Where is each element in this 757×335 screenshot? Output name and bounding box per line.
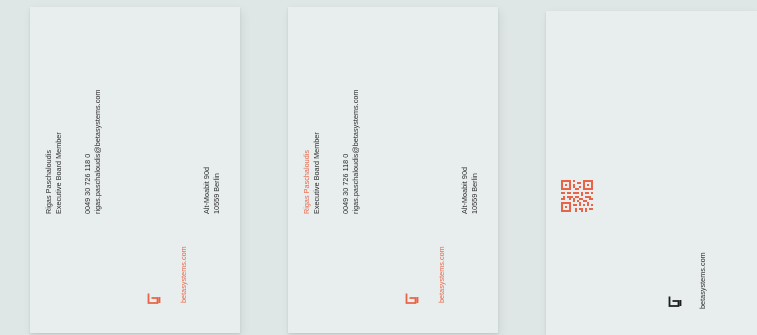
address-line-1: Alt-Moabit 90d (460, 166, 469, 214)
contact-name-title-block: Rigas Paschaloudis Executive Board Membe… (44, 132, 63, 214)
contact-name: Rigas Paschaloudis (44, 149, 53, 214)
address-line-1: Alt-Moabit 90d (202, 166, 211, 214)
contact-phone: 0049 30 726 118 0 (83, 153, 92, 214)
contact-name-title-block: Rigas Paschaloudis Executive Board Membe… (302, 132, 321, 214)
website-label: betasystems.com (437, 246, 446, 303)
beta-logo-icon (405, 293, 419, 304)
contact-name: Rigas Paschaloudis (302, 149, 311, 214)
contact-email: rigas.paschaloudis@betasystems.com (350, 89, 360, 214)
contact-address-block: Alt-Moabit 90d 10559 Berlin (202, 167, 221, 214)
website-label: betasystems.com (698, 252, 707, 309)
contact-email: rigas.paschaloudis@betasystems.com (92, 89, 102, 214)
address-line-2: 10559 Berlin (469, 173, 479, 214)
contact-phone-email-block: 0049 30 726 118 0 rigas.paschaloudis@bet… (83, 90, 102, 214)
contact-phone-email-block: 0049 30 726 118 0 rigas.paschaloudis@bet… (341, 90, 360, 214)
website-label: betasystems.com (179, 246, 188, 303)
address-line-2: 10559 Berlin (211, 173, 221, 214)
contact-phone: 0049 30 726 118 0 (341, 153, 350, 214)
contact-address-block: Alt-Moabit 90d 10559 Berlin (460, 167, 479, 214)
beta-logo-icon (147, 293, 161, 304)
business-card-front-2: Rigas Paschaloudis Executive Board Membe… (288, 7, 498, 333)
contact-title: Executive Board Member (311, 132, 321, 214)
contact-title: Executive Board Member (53, 132, 63, 214)
business-card-front-1: Rigas Paschaloudis Executive Board Membe… (30, 7, 240, 333)
business-card-back: betasystems.com (546, 11, 757, 335)
qr-code-icon (561, 180, 593, 212)
beta-logo-icon (668, 296, 682, 307)
